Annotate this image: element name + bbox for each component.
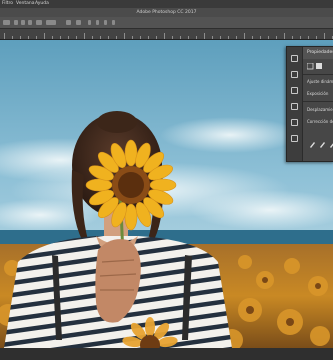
ruler-tick xyxy=(28,36,29,39)
menu-bar: Filtro Ventana Ayuda xyxy=(0,0,333,8)
ruler-tick xyxy=(196,36,197,39)
menu-window[interactable]: Ventana xyxy=(16,0,34,8)
horizontal-ruler xyxy=(0,29,333,40)
ruler-tick xyxy=(260,36,261,39)
tool-preset-icon[interactable] xyxy=(3,20,10,25)
ruler-tick xyxy=(172,36,173,39)
ruler-tick xyxy=(268,36,269,39)
adjustment-type-row xyxy=(303,61,333,73)
ruler-tick xyxy=(124,33,125,39)
ruler-tick xyxy=(76,36,77,39)
mask-icon xyxy=(316,63,322,69)
ruler-tick xyxy=(36,36,37,39)
ruler-tick xyxy=(164,33,165,39)
ruler-tick xyxy=(100,36,101,39)
eyedroppers-row xyxy=(303,139,333,151)
ruler-tick xyxy=(300,36,301,39)
ruler-tick xyxy=(188,36,189,39)
option-icon[interactable] xyxy=(21,20,25,25)
gamma-correction-row[interactable]: Corrección de xyxy=(303,117,333,127)
layers-icon[interactable] xyxy=(291,87,298,94)
ruler-tick xyxy=(44,33,45,39)
ruler-tick xyxy=(84,33,85,39)
photo-image xyxy=(0,40,333,348)
ruler-tick xyxy=(116,36,117,39)
ruler-tick xyxy=(220,36,221,39)
ruler-tick xyxy=(236,36,237,39)
offset-row[interactable]: Desplazamiento xyxy=(303,105,333,115)
option-icon[interactable] xyxy=(112,20,115,25)
ruler-tick xyxy=(228,36,229,39)
document-canvas[interactable] xyxy=(0,40,333,348)
ruler-tick xyxy=(276,36,277,39)
ruler-tick xyxy=(68,36,69,39)
option-icon[interactable] xyxy=(96,20,99,25)
ruler-tick xyxy=(20,36,21,39)
brush-icon[interactable] xyxy=(291,55,298,62)
eyedropper-icon xyxy=(320,142,325,148)
option-icon[interactable] xyxy=(88,20,91,25)
eyedropper-icon xyxy=(310,142,315,148)
ruler-tick xyxy=(156,36,157,39)
menu-filter[interactable]: Filtro xyxy=(2,0,13,8)
status-bar xyxy=(0,348,333,360)
ruler-tick xyxy=(148,36,149,39)
ruler-tick xyxy=(292,36,293,39)
option-icon[interactable] xyxy=(104,20,107,25)
ruler-tick xyxy=(324,33,325,39)
adjust-icon[interactable] xyxy=(291,103,298,110)
exposure-row[interactable]: Exposición xyxy=(303,89,333,99)
option-dropdown[interactable] xyxy=(46,20,56,25)
panel-icon-strip xyxy=(287,47,303,161)
ruler-tick xyxy=(92,36,93,39)
option-icon[interactable] xyxy=(66,20,71,25)
ruler-tick xyxy=(108,36,109,39)
ruler-tick xyxy=(244,33,245,39)
option-icon[interactable] xyxy=(28,20,32,25)
properties-panel: Propiedades Ajuste dinámico Exposición D… xyxy=(286,46,333,162)
vibrance-row[interactable]: Ajuste dinámico xyxy=(303,77,333,87)
text-icon[interactable] xyxy=(291,71,298,78)
option-icon[interactable] xyxy=(76,20,81,25)
ruler-tick xyxy=(204,33,205,39)
ruler-tick xyxy=(252,36,253,39)
ruler-tick xyxy=(4,33,5,39)
ruler-tick xyxy=(132,36,133,39)
ruler-tick xyxy=(284,33,285,39)
ruler-tick xyxy=(212,36,213,39)
adjustment-layer-icon xyxy=(306,62,314,70)
properties-title: Propiedades xyxy=(303,47,333,59)
option-icon[interactable] xyxy=(14,20,18,25)
window-title: Adobe Photoshop CC 2017 xyxy=(0,8,333,17)
ruler-tick xyxy=(60,36,61,39)
ruler-tick xyxy=(140,36,141,39)
ruler-tick xyxy=(12,36,13,39)
option-icon[interactable] xyxy=(36,20,42,25)
swap-icon[interactable] xyxy=(291,119,298,126)
ruler-tick xyxy=(180,36,181,39)
ruler-tick xyxy=(52,36,53,39)
options-bar xyxy=(0,17,333,29)
ruler-tick xyxy=(308,36,309,39)
person-icon[interactable] xyxy=(291,135,298,142)
menu-help[interactable]: Ayuda xyxy=(35,0,49,8)
ruler-tick xyxy=(316,36,317,39)
